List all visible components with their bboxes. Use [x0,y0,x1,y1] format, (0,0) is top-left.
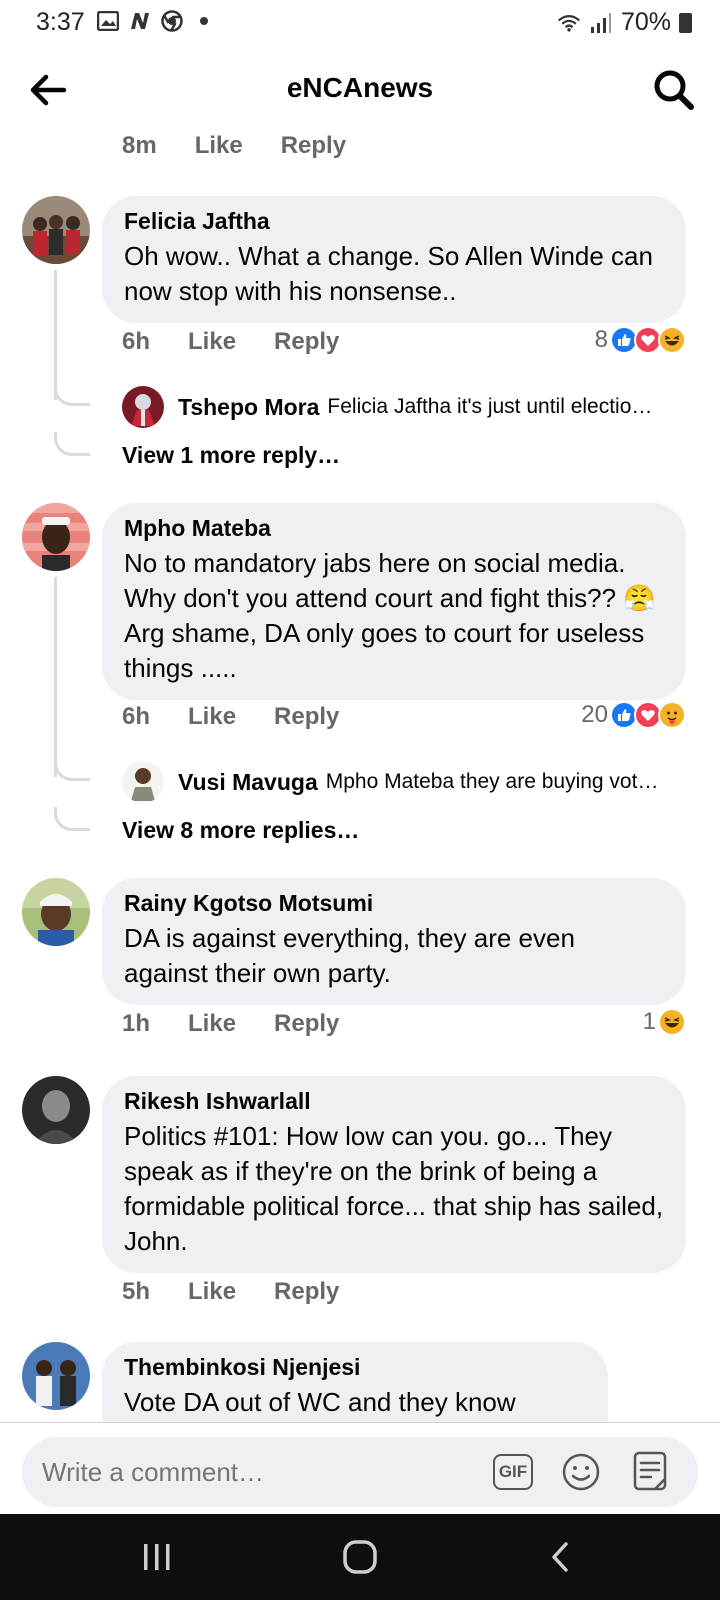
comment-author[interactable]: Rikesh Ishwarlall [124,1088,664,1115]
reply-button[interactable]: Reply [274,328,339,356]
reply-avatar[interactable] [122,386,164,428]
back-icon [552,1542,568,1572]
signal-icon [589,12,613,34]
status-notification-icons [96,10,216,32]
comment-meta: 6h Like Reply [122,703,377,731]
battery-icon [679,12,692,33]
reaction-summary[interactable]: 1 [643,1008,686,1036]
wifi-icon [557,12,581,34]
previous-comment-meta: 8m Like Reply [122,132,384,160]
comment-bubble[interactable]: Rainy Kgotso Motsumi DA is against every… [102,878,686,1005]
comment-bubble[interactable]: Mpho Mateba No to mandatory jabs here on… [102,503,686,700]
thread-branch [54,376,90,406]
search-icon [654,70,694,110]
app-header: eNCAnews [0,50,720,130]
thread-branch [54,751,90,781]
like-button[interactable]: Like [188,1278,236,1306]
comment-author[interactable]: Felicia Jaftha [124,208,664,235]
dot-icon [192,10,216,32]
system-navigation-bar [0,1514,720,1600]
gif-button[interactable]: GIF [490,1449,536,1495]
system-back-button[interactable] [536,1534,586,1580]
home-icon [343,1540,377,1574]
comment-time: 5h [122,1278,151,1305]
reaction-summary[interactable]: 20 [581,701,686,729]
avatar[interactable] [22,1076,90,1144]
comment-time: 1h [122,1010,151,1037]
comment-composer: GIF [0,1422,720,1514]
emoji-button[interactable] [558,1449,604,1495]
thread-line [54,577,57,777]
sticker-icon [633,1451,667,1491]
comment-text: DA is against everything, they are even … [124,923,575,988]
like-button[interactable]: Like [188,328,236,356]
haha-reaction-icon [658,326,686,354]
comment-author[interactable]: Thembinkosi Njenjesi [124,1354,586,1381]
reaction-count: 1 [642,1008,656,1035]
reply-preview[interactable]: Vusi Mavuga Mpho Mateba they are buying … [122,761,702,803]
search-button[interactable] [650,66,698,114]
comment-text: Oh wow.. What a change. So Allen Winde c… [124,241,653,306]
page-title: eNCAnews [286,72,434,103]
emoji-icon [562,1453,600,1491]
reply-preview[interactable]: Tshepo Mora Felicia Jaftha it's just unt… [122,386,702,428]
comment-time: 6h [122,328,151,355]
comment-time: 8m [122,132,157,159]
gallery-icon [96,10,120,32]
haha-reaction-icon [658,1008,686,1036]
comment-input-container[interactable]: GIF [22,1437,698,1507]
reply-text: Mpho Mateba they are buying vot… [325,770,659,793]
reply-text: Felicia Jaftha it's just until electio… [327,395,653,418]
comment-time: 6h [122,703,151,730]
reaction-summary[interactable]: 8 [595,326,686,354]
comment-meta: 6h Like Reply [122,328,377,356]
status-system-icons: 70% [557,8,692,37]
comment-text: Politics #101: How low can you. go... Th… [124,1121,664,1256]
avatar[interactable] [22,196,90,264]
reply-button[interactable]: Reply [274,703,339,731]
avatar[interactable] [22,503,90,571]
like-button[interactable]: Like [188,1010,236,1038]
comment-author[interactable]: Rainy Kgotso Motsumi [124,890,664,917]
avatar[interactable] [22,878,90,946]
recent-apps-icon [144,1544,170,1570]
reply-author[interactable]: Tshepo Mora [178,394,319,421]
battery-percent: 70% [620,8,671,36]
comment-input[interactable] [42,1457,472,1488]
view-more-replies-link[interactable]: View 8 more replies… [122,817,359,844]
gif-icon: GIF [493,1454,533,1490]
recent-apps-button[interactable] [132,1534,182,1580]
reaction-count: 20 [581,701,608,728]
comment-bubble[interactable]: Rikesh Ishwarlall Politics #101: How low… [102,1076,686,1273]
thread-branch [54,432,90,456]
status-time: 3:37 [36,8,85,36]
view-more-replies-link[interactable]: View 1 more reply… [122,442,340,469]
comment-meta: 5h Like Reply [122,1278,377,1306]
care-reaction-icon [658,701,686,729]
status-bar: 3:37 70% [0,0,720,46]
home-button[interactable] [335,1534,385,1580]
reaction-count: 8 [594,326,608,353]
n-app-icon [128,10,152,32]
thread-branch [54,807,90,831]
chrome-icon [160,10,184,32]
comment-bubble[interactable]: Felicia Jaftha Oh wow.. What a change. S… [102,196,686,323]
reply-author[interactable]: Vusi Mavuga [178,769,318,796]
reply-avatar[interactable] [122,761,164,803]
comment-meta: 1h Like Reply [122,1010,377,1038]
reply-button[interactable]: Reply [274,1278,339,1306]
comments-feed[interactable]: 8m Like Reply Felicia Jaftha Oh wow.. Wh… [0,130,720,1422]
reply-button[interactable]: Reply [274,1010,339,1038]
comment-author[interactable]: Mpho Mateba [124,515,664,542]
sticker-button[interactable] [628,1449,674,1495]
comment-text: Vote DA out of WC and they know that... [124,1387,516,1417]
reply-button[interactable]: Reply [281,132,346,160]
like-button[interactable]: Like [188,703,236,731]
avatar[interactable] [22,1342,90,1410]
comment-bubble[interactable]: Thembinkosi Njenjesi Vote DA out of WC a… [102,1342,608,1422]
comment-text: No to mandatory jabs here on social medi… [124,548,656,683]
like-button[interactable]: Like [195,132,243,160]
